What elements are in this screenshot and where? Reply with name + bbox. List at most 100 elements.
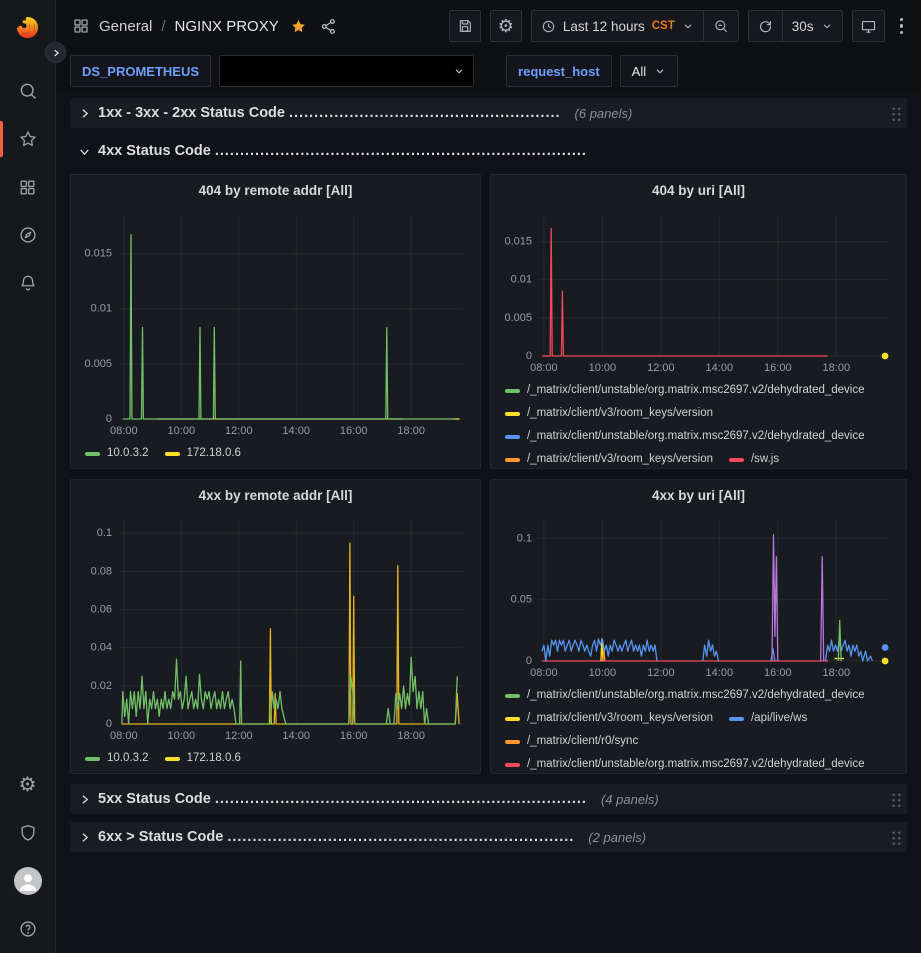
chevron-right-icon xyxy=(78,107,91,120)
share-icon[interactable] xyxy=(316,14,341,39)
datasource-variable-select[interactable] xyxy=(219,55,474,87)
row-title: 6xx > Status Code xyxy=(98,829,223,845)
refresh-button[interactable] xyxy=(749,11,782,41)
legend-swatch xyxy=(85,452,100,456)
legend-swatch xyxy=(505,435,520,439)
legend-item[interactable]: /_matrix/client/v3/room_keys/version xyxy=(505,448,713,469)
sidebar-item-dashboards[interactable] xyxy=(0,163,56,211)
panel-4xx-by-remote-addr: 4xx by remote addr [All] 00.020.040.060.… xyxy=(70,479,481,774)
panel-title: 404 by remote addr [All] xyxy=(199,183,353,198)
svg-text:10:00: 10:00 xyxy=(589,362,617,374)
sidebar-item-help[interactable] xyxy=(0,905,56,953)
svg-text:08:00: 08:00 xyxy=(530,362,558,374)
sidebar-expand-button[interactable] xyxy=(45,42,66,63)
time-series-chart[interactable]: 00.0050.010.01508:0010:0012:0014:0016:00… xyxy=(499,205,898,377)
sidebar-item-profile[interactable] xyxy=(0,857,56,905)
svg-text:10:00: 10:00 xyxy=(168,425,196,437)
save-icon xyxy=(457,18,473,34)
sidebar-item-starred[interactable] xyxy=(0,115,56,163)
grafana-logo-icon[interactable] xyxy=(14,14,41,41)
sidebar-item-search[interactable] xyxy=(0,67,56,115)
row-drag-handle[interactable] xyxy=(890,105,901,121)
legend-item[interactable]: /_matrix/client/unstable/org.matrix.msc2… xyxy=(505,425,865,448)
legend-label: /_matrix/client/v3/room_keys/version xyxy=(527,707,713,730)
row-drag-handle[interactable] xyxy=(890,829,901,845)
legend-item[interactable]: /api/live/ws xyxy=(729,707,807,730)
datasource-variable-label: DS_PROMETHEUS xyxy=(70,55,211,87)
legend-item[interactable]: 172.18.0.6 xyxy=(165,747,241,770)
svg-text:18:00: 18:00 xyxy=(823,667,851,679)
cycle-view-button[interactable] xyxy=(852,10,885,42)
row-header-5xx[interactable]: 5xx Status Code ........................… xyxy=(70,784,907,814)
dashboard-settings-button[interactable]: ⚙ xyxy=(490,10,522,42)
panel-header[interactable]: 4xx by uri [All] xyxy=(499,480,898,510)
legend-swatch xyxy=(505,694,520,698)
svg-text:16:00: 16:00 xyxy=(340,730,368,742)
apps-grid-icon xyxy=(72,17,90,35)
svg-text:18:00: 18:00 xyxy=(397,425,425,437)
bell-icon xyxy=(18,273,38,293)
svg-text:0.05: 0.05 xyxy=(511,594,532,606)
legend-item[interactable]: 172.18.0.6 xyxy=(165,442,241,465)
chevron-down-icon xyxy=(654,65,666,77)
chevron-down-icon xyxy=(682,20,694,32)
sidebar-item-alerting[interactable] xyxy=(0,259,56,307)
star-icon xyxy=(18,129,38,149)
sidebar-item-configuration[interactable]: ⚙ xyxy=(0,761,56,809)
svg-text:0.02: 0.02 xyxy=(91,680,112,692)
time-series-chart[interactable]: 00.020.040.060.080.108:0010:0012:0014:00… xyxy=(79,510,472,745)
time-series-chart[interactable]: 00.0050.010.01508:0010:0012:0014:0016:00… xyxy=(79,205,472,440)
legend-item[interactable]: /_matrix/client/unstable/org.matrix.msc2… xyxy=(505,753,865,774)
legend-label: 10.0.3.2 xyxy=(107,442,149,465)
legend-swatch xyxy=(165,757,180,761)
row-drag-handle[interactable] xyxy=(890,791,901,807)
legend-item[interactable]: 10.0.3.2 xyxy=(85,442,149,465)
panel-legend: 10.0.3.2 172.18.0.6 xyxy=(85,442,472,465)
breadcrumb-dashboard-title[interactable]: NGINX PROXY xyxy=(175,18,279,35)
row-header-6xx[interactable]: 6xx > Status Code ......................… xyxy=(70,822,907,852)
legend-item[interactable]: /_matrix/client/unstable/org.matrix.msc2… xyxy=(505,379,865,402)
shield-icon xyxy=(18,823,38,843)
save-dashboard-button[interactable] xyxy=(449,10,481,42)
dashboards-grid-icon xyxy=(18,178,37,197)
row-title-dots: ........................................… xyxy=(289,105,561,121)
time-series-chart[interactable]: 00.050.108:0010:0012:0014:0016:0018:00 xyxy=(499,510,898,682)
legend-item[interactable]: /_matrix/client/r0/sync xyxy=(505,730,638,753)
row-title-dots: ........................................… xyxy=(215,791,587,807)
legend-item[interactable]: /_matrix/client/v3/room_keys/version xyxy=(505,707,713,730)
legend-label: /_matrix/client/v3/room_keys/version xyxy=(527,402,713,425)
panel-header[interactable]: 4xx by remote addr [All] xyxy=(79,480,472,510)
svg-text:14:00: 14:00 xyxy=(706,667,734,679)
sidebar: ⚙ xyxy=(0,0,56,953)
legend-item[interactable]: /_matrix/client/unstable/org.matrix.msc2… xyxy=(505,684,865,707)
top-navbar: General / NGINX PROXY ⚙ xyxy=(56,0,921,52)
refresh-interval-button[interactable]: 30s xyxy=(782,11,842,41)
row-title: 1xx - 3xx - 2xx Status Code xyxy=(98,105,285,121)
refresh-picker: 30s xyxy=(748,10,843,42)
legend-label: /_matrix/client/r0/sync xyxy=(527,730,638,753)
panel-title: 404 by uri [All] xyxy=(652,183,745,198)
chevron-right-icon xyxy=(78,831,91,844)
panel-header[interactable]: 404 by remote addr [All] xyxy=(79,175,472,205)
row-panel-count: (2 panels) xyxy=(588,830,646,845)
sidebar-item-explore[interactable] xyxy=(0,211,56,259)
panel-header[interactable]: 404 by uri [All] xyxy=(499,175,898,205)
legend-swatch xyxy=(729,458,744,462)
sidebar-item-server-admin[interactable] xyxy=(0,809,56,857)
zoom-out-button[interactable] xyxy=(703,11,738,41)
svg-text:18:00: 18:00 xyxy=(397,730,425,742)
more-options-button[interactable] xyxy=(894,18,910,35)
legend-item[interactable]: /sw.js xyxy=(729,448,779,469)
favorite-star-icon[interactable] xyxy=(288,18,307,35)
row-header-1xx-3xx-2xx[interactable]: 1xx - 3xx - 2xx Status Code ............… xyxy=(70,98,907,128)
chevron-right-icon xyxy=(78,793,91,806)
svg-text:0.005: 0.005 xyxy=(504,312,532,324)
legend-item[interactable]: /_matrix/client/v3/room_keys/version xyxy=(505,402,713,425)
row-header-4xx[interactable]: 4xx Status Code ........................… xyxy=(70,136,907,166)
request-host-variable-select[interactable]: All xyxy=(620,55,678,87)
time-range-button[interactable]: Last 12 hours CST xyxy=(532,11,703,41)
legend-swatch xyxy=(505,717,520,721)
breadcrumb-section[interactable]: General xyxy=(99,18,152,35)
legend-swatch xyxy=(505,458,520,462)
legend-item[interactable]: 10.0.3.2 xyxy=(85,747,149,770)
